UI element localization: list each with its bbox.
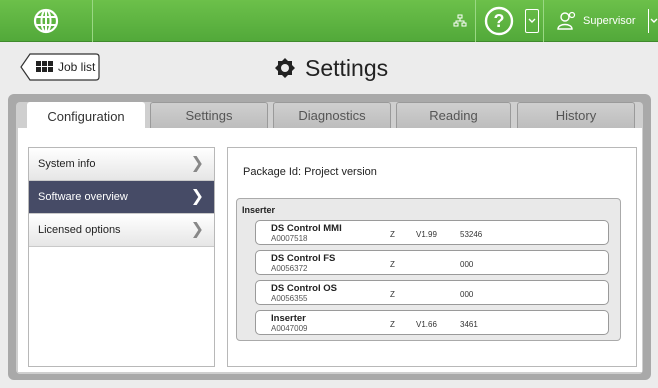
sidebar-item-software-overview[interactable]: Software overview ❯ bbox=[29, 181, 214, 214]
software-code: A0056372 bbox=[271, 264, 308, 273]
software-z: Z bbox=[390, 290, 395, 299]
software-z: Z bbox=[390, 230, 395, 239]
page-title-text: Settings bbox=[305, 54, 389, 81]
package-id-label: Package Id: Project version bbox=[243, 166, 377, 178]
software-name: Inserter bbox=[271, 313, 306, 324]
home-logo-button[interactable] bbox=[0, 0, 93, 42]
user-icon bbox=[557, 11, 576, 30]
tab-configuration[interactable]: Configuration bbox=[27, 102, 145, 130]
user-label: Supervisor bbox=[583, 15, 636, 27]
tab-settings[interactable]: Settings bbox=[150, 102, 268, 128]
chevron-right-icon: ❯ bbox=[190, 155, 204, 172]
grid-icon bbox=[36, 61, 53, 72]
list-item: DS Control MMI A0007518 Z V1.99 53246 bbox=[255, 220, 609, 245]
chevron-right-icon: ❯ bbox=[190, 188, 204, 205]
sidebar-item-system-info[interactable]: System info ❯ bbox=[29, 148, 214, 181]
software-version: V1.66 bbox=[416, 320, 437, 329]
help-icon: ? bbox=[484, 6, 514, 36]
software-z: Z bbox=[390, 260, 395, 269]
list-item: DS Control OS A0056355 Z 000 bbox=[255, 280, 609, 305]
tab-label: Settings bbox=[185, 108, 233, 123]
help-glyph: ? bbox=[494, 11, 505, 31]
globe-icon bbox=[33, 8, 59, 34]
sidebar-item-licensed-options[interactable]: Licensed options ❯ bbox=[29, 214, 214, 247]
list-item: DS Control FS A0056372 Z 000 bbox=[255, 250, 609, 275]
software-number: 000 bbox=[460, 260, 474, 269]
help-button[interactable]: ? bbox=[480, 2, 518, 40]
job-list-button[interactable]: Job list bbox=[20, 53, 100, 81]
divider bbox=[543, 0, 544, 42]
chevron-down-icon bbox=[528, 18, 536, 23]
software-number: 53246 bbox=[460, 230, 483, 239]
sidebar-item-label: System info bbox=[38, 158, 96, 170]
network-icon[interactable] bbox=[449, 0, 471, 42]
software-z: Z bbox=[390, 320, 395, 329]
tab-label: History bbox=[555, 108, 597, 123]
user-dropdown-button[interactable] bbox=[648, 9, 658, 33]
page-title: Settings bbox=[273, 51, 388, 85]
top-bar: ? Supervisor bbox=[0, 0, 658, 42]
tab-reading[interactable]: Reading bbox=[396, 102, 511, 128]
software-name: DS Control FS bbox=[271, 253, 336, 264]
divider bbox=[475, 0, 476, 42]
chevron-down-icon bbox=[650, 18, 657, 23]
tab-history[interactable]: History bbox=[517, 102, 635, 128]
software-code: A0007518 bbox=[271, 234, 308, 243]
gear-icon bbox=[275, 58, 295, 78]
chevron-right-icon: ❯ bbox=[190, 221, 204, 238]
group-title: Inserter bbox=[242, 205, 276, 215]
user-menu-button[interactable]: Supervisor bbox=[545, 0, 645, 42]
list-item: Inserter A0047009 Z V1.66 3461 bbox=[255, 310, 609, 335]
software-name: DS Control MMI bbox=[271, 223, 342, 234]
software-name: DS Control OS bbox=[271, 283, 337, 294]
software-number: 3461 bbox=[460, 320, 478, 329]
software-version: V1.99 bbox=[416, 230, 437, 239]
sidebar-item-label: Software overview bbox=[38, 191, 128, 203]
tab-diagnostics[interactable]: Diagnostics bbox=[273, 102, 391, 128]
tab-label: Configuration bbox=[47, 109, 125, 124]
tab-label: Reading bbox=[429, 108, 478, 123]
help-dropdown-button[interactable] bbox=[525, 9, 539, 33]
tab-label: Diagnostics bbox=[298, 108, 366, 123]
software-number: 000 bbox=[460, 290, 474, 299]
job-list-label: Job list bbox=[58, 60, 96, 74]
sidebar-menu: System info ❯ Software overview ❯ Licens… bbox=[28, 147, 215, 367]
software-code: A0047009 bbox=[271, 324, 308, 333]
sidebar-item-label: Licensed options bbox=[38, 224, 121, 236]
software-code: A0056355 bbox=[271, 294, 308, 303]
